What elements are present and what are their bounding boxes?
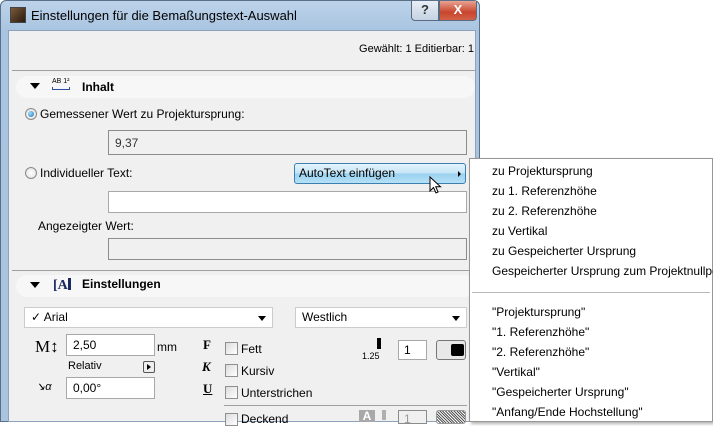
menu-item[interactable]: zu Vertikal	[492, 224, 547, 238]
underline-checkbox[interactable]	[225, 386, 238, 399]
divider	[12, 270, 475, 271]
menu-item[interactable]: zu 1. Referenzhöhe	[492, 184, 597, 198]
font-dropdown[interactable]: ✓ Arial	[24, 307, 273, 328]
icon-text: AB 1²	[52, 78, 70, 85]
menu-item[interactable]: zu Gespeicherter Ursprung	[492, 244, 636, 258]
menu-item[interactable]: "Gespeicherter Ursprung"	[492, 385, 629, 399]
menu-item[interactable]: "1. Referenzhöhe"	[492, 325, 589, 339]
italic-checkbox[interactable]	[225, 364, 238, 377]
selection-status: Gewählt: 1 Editierbar: 1	[359, 43, 474, 55]
bold-icon: F	[203, 337, 211, 352]
menu-item[interactable]: "2. Referenzhöhe"	[492, 345, 589, 359]
menu-item[interactable]: zu 2. Referenzhöhe	[492, 204, 597, 218]
pen-icon	[382, 410, 386, 420]
autotext-submenu: zu Projektursprung zu 1. Referenzhöhe zu…	[469, 158, 713, 422]
play-arrow-icon	[147, 364, 151, 370]
content-section-icon: AB 1²	[52, 78, 70, 90]
text-size-input[interactable]: 2,50	[66, 334, 155, 356]
relative-label: Relativ	[68, 360, 102, 372]
menu-separator	[472, 292, 710, 293]
radio-measured-label: Gemessener Wert zu Projektursprung:	[40, 107, 245, 121]
chevron-down-icon	[452, 316, 460, 321]
color-swatch	[451, 344, 464, 356]
divider	[12, 70, 475, 71]
divider	[224, 405, 467, 406]
close-button[interactable]: X	[439, 1, 477, 21]
script-value: Westlich	[302, 310, 348, 324]
section-title-einstellungen: Einstellungen	[82, 277, 161, 291]
pen-color-button[interactable]	[436, 340, 466, 360]
autotext-label: AutoText einfügen	[299, 166, 396, 180]
opaque-label: Deckend	[241, 412, 289, 426]
chevron-down-icon	[258, 316, 266, 321]
script-dropdown[interactable]: Westlich	[295, 307, 467, 328]
menu-item[interactable]: Gespeicherter Ursprung zum Projektnullpe…	[492, 264, 713, 278]
help-button[interactable]: ?	[411, 1, 439, 21]
fill-icon: A	[359, 410, 375, 422]
measured-value-field: 9,37	[108, 130, 467, 155]
collapse-triangle-icon[interactable]	[30, 83, 40, 89]
submenu-arrow-icon	[458, 171, 461, 177]
custom-text-input[interactable]	[108, 191, 467, 213]
font-value: ✓ Arial	[31, 310, 68, 324]
text-settings-icon: [A	[53, 278, 71, 294]
menu-item[interactable]: zu Projektursprung	[492, 164, 593, 178]
app-icon	[10, 7, 26, 23]
size-unit: mm	[157, 340, 177, 354]
radio-custom-label: Individueller Text:	[40, 166, 133, 180]
underline-label: Unterstrichen	[241, 386, 313, 400]
bold-checkbox[interactable]	[225, 342, 238, 355]
radio-measured-value[interactable]	[25, 108, 37, 120]
menu-item[interactable]: "Anfang/Ende Hochstellung"	[492, 405, 643, 419]
pen-input[interactable]: 1	[398, 340, 427, 360]
mouse-cursor-icon	[429, 176, 442, 194]
section-title-inhalt: Inhalt	[82, 80, 114, 94]
italic-icon: K	[202, 359, 211, 374]
window-title: Einstellungen für die Bemaßungstext-Ausw…	[31, 8, 297, 23]
opaque-checkbox[interactable]	[225, 413, 238, 426]
italic-label: Kursiv	[241, 364, 275, 378]
text-angle-icon: ↘α	[36, 381, 52, 393]
text-size-icon: M↕	[35, 337, 59, 356]
displayed-value-label: Angezeigter Wert:	[38, 219, 134, 233]
underline-icon: U	[203, 381, 213, 396]
collapse-triangle-icon[interactable]	[30, 282, 40, 288]
bold-label: Fett	[241, 342, 262, 356]
menu-item[interactable]: "Projektursprung"	[492, 305, 585, 319]
pen-size-label: 1.25	[362, 351, 380, 361]
radio-custom-text[interactable]	[25, 167, 37, 179]
menu-item[interactable]: "Vertikal"	[492, 365, 540, 379]
relative-arrow-button[interactable]	[143, 361, 155, 373]
displayed-value-field	[108, 238, 467, 260]
text-angle-input[interactable]: 0,00°	[66, 377, 155, 399]
pen-icon	[377, 338, 381, 349]
